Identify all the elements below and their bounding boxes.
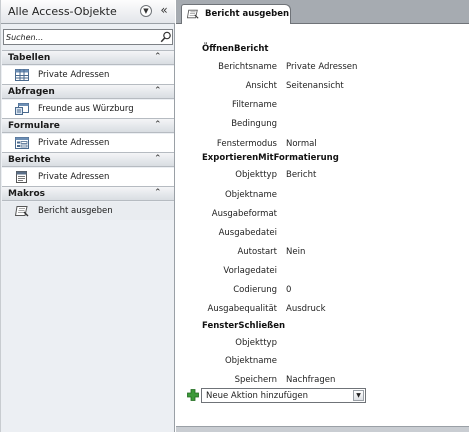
argument-label: Ausgabequalität bbox=[207, 304, 277, 314]
document-tab-strip: Bericht ausgeben bbox=[176, 0, 469, 24]
nav-pane-header[interactable]: Alle Access-Objekte ▼ « bbox=[1, 0, 175, 24]
macro-icon bbox=[15, 206, 29, 217]
navigation-pane: Alle Access-Objekte ▼ « Tabellen ⌃ Priva… bbox=[0, 0, 175, 432]
horizontal-scrollbar[interactable] bbox=[176, 426, 469, 432]
argument-label: Berichtsname bbox=[218, 62, 277, 72]
group-berichte[interactable]: Berichte ⌃ bbox=[2, 152, 174, 167]
double-chevron-left-icon[interactable]: « bbox=[157, 3, 171, 17]
argument-value[interactable]: Bericht bbox=[286, 170, 316, 180]
argument-value[interactable]: Normal bbox=[286, 139, 317, 149]
argument-value[interactable]: Ausdruck bbox=[286, 304, 326, 314]
nav-item-label: Private Adressen bbox=[38, 70, 110, 80]
argument-label: Objektname bbox=[224, 356, 277, 366]
collapse-group-icon[interactable]: ⌃ bbox=[154, 86, 162, 96]
add-action-dropdown[interactable]: Neue Aktion hinzufügen ▼ bbox=[201, 388, 366, 403]
collapse-group-icon[interactable]: ⌃ bbox=[154, 154, 162, 164]
tab-label: Bericht ausgeben bbox=[205, 9, 290, 19]
nav-item-label: Private Adressen bbox=[38, 172, 110, 182]
green-plus-icon[interactable] bbox=[187, 389, 199, 401]
argument-label: Codierung bbox=[233, 285, 277, 295]
argument-label: Speichern bbox=[234, 375, 277, 385]
chevron-down-circle-icon[interactable]: ▼ bbox=[140, 5, 152, 17]
argument-value[interactable]: Private Adressen bbox=[286, 62, 357, 72]
argument-label: Objekttyp bbox=[235, 338, 277, 348]
group-formulare[interactable]: Formulare ⌃ bbox=[2, 118, 174, 133]
dropdown-arrow-icon[interactable]: ▼ bbox=[353, 390, 364, 401]
argument-value[interactable]: Nein bbox=[286, 247, 305, 257]
argument-label: Vorlagedatei bbox=[223, 266, 277, 276]
group-abfragen[interactable]: Abfragen ⌃ bbox=[2, 84, 174, 99]
nav-item-report-private-adressen[interactable]: Private Adressen bbox=[2, 168, 174, 186]
macro-designer: ÖffnenBericht Berichtsname Private Adres… bbox=[180, 25, 469, 432]
group-label: Tabellen bbox=[8, 53, 51, 63]
collapse-group-icon[interactable]: ⌃ bbox=[154, 120, 162, 130]
nav-item-table-private-adressen[interactable]: Private Adressen bbox=[2, 66, 174, 84]
macro-icon bbox=[187, 9, 199, 19]
macro-action-name[interactable]: ExportierenMitFormatierung bbox=[202, 153, 339, 163]
argument-label: Objektname bbox=[224, 190, 277, 200]
argument-label: Ausgabeformat bbox=[211, 209, 277, 219]
argument-label: Objekttyp bbox=[235, 170, 277, 180]
tab-bericht-ausgeben[interactable]: Bericht ausgeben bbox=[181, 4, 291, 24]
query-icon bbox=[15, 103, 29, 115]
nav-item-label: Bericht ausgeben bbox=[38, 206, 113, 216]
group-tabellen[interactable]: Tabellen ⌃ bbox=[2, 50, 174, 65]
nav-item-label: Private Adressen bbox=[38, 138, 110, 148]
argument-value[interactable]: Nachfragen bbox=[286, 375, 335, 385]
nav-item-macro-bericht-ausgeben[interactable]: Bericht ausgeben bbox=[2, 202, 174, 220]
macro-action-name[interactable]: ÖffnenBericht bbox=[202, 44, 268, 54]
search-input[interactable] bbox=[6, 30, 156, 44]
argument-label: Fenstermodus bbox=[216, 139, 277, 149]
add-action-label: Neue Aktion hinzufügen bbox=[206, 391, 309, 401]
group-label: Makros bbox=[8, 189, 45, 199]
table-icon bbox=[15, 69, 29, 81]
argument-label: Bedingung bbox=[231, 119, 277, 129]
collapse-group-icon[interactable]: ⌃ bbox=[154, 52, 162, 62]
nav-item-form-private-adressen[interactable]: Private Adressen bbox=[2, 134, 174, 152]
group-label: Abfragen bbox=[8, 87, 55, 97]
search-box bbox=[3, 29, 173, 45]
macro-action-name[interactable]: FensterSchließen bbox=[202, 321, 285, 331]
group-label: Formulare bbox=[8, 121, 60, 131]
nav-item-label: Freunde aus Würzburg bbox=[38, 104, 134, 114]
form-icon bbox=[15, 137, 29, 149]
argument-label: Autostart bbox=[237, 247, 277, 257]
argument-value[interactable]: Seitenansicht bbox=[286, 81, 344, 91]
argument-label: Ansicht bbox=[245, 81, 277, 91]
argument-value[interactable]: 0 bbox=[286, 285, 291, 295]
search-icon[interactable] bbox=[160, 31, 172, 43]
nav-item-query-freunde[interactable]: Freunde aus Würzburg bbox=[2, 100, 174, 118]
group-makros[interactable]: Makros ⌃ bbox=[2, 186, 174, 201]
argument-label: Filtername bbox=[231, 100, 277, 110]
nav-pane-title[interactable]: Alle Access-Objekte bbox=[8, 5, 117, 18]
group-label: Berichte bbox=[8, 155, 51, 165]
argument-label: Ausgabedatei bbox=[218, 228, 277, 238]
report-icon bbox=[16, 171, 27, 183]
collapse-group-icon[interactable]: ⌃ bbox=[154, 188, 162, 198]
